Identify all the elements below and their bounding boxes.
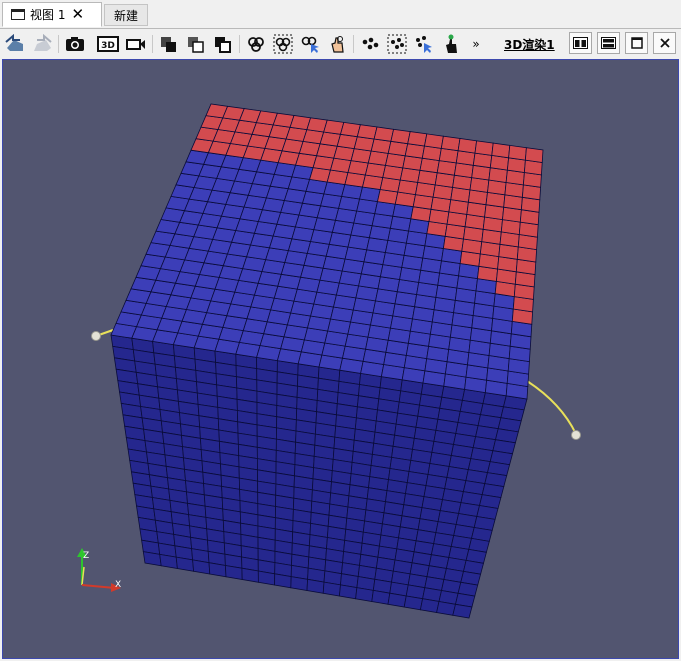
select-points-frustum-icon[interactable] xyxy=(385,32,409,56)
view-toolbar: 3D » 3D渲染1 xyxy=(0,29,681,58)
widget-line-right xyxy=(526,380,577,435)
top-cell xyxy=(440,135,461,152)
tab-new-label: 新建 xyxy=(113,8,138,23)
side-cell xyxy=(290,576,309,591)
separator xyxy=(152,35,153,53)
more-chevron[interactable]: » xyxy=(464,32,488,56)
side-cell xyxy=(452,603,473,619)
orientation-axes: Z X xyxy=(77,548,121,592)
cube-scene[interactable]: Z X xyxy=(3,60,678,658)
top-cell xyxy=(508,144,527,161)
tab-label: 视图 1 xyxy=(30,8,66,22)
maximize-icon xyxy=(630,37,643,49)
close-icon xyxy=(659,38,670,48)
axis-x-label: X xyxy=(115,580,121,590)
side-cell xyxy=(387,592,407,608)
top-cell xyxy=(474,140,494,156)
select-points-on-icon[interactable] xyxy=(358,32,382,56)
side-cell xyxy=(241,567,259,583)
side-cell xyxy=(175,556,195,572)
undo-camera-icon[interactable] xyxy=(3,32,27,56)
close-view-button[interactable] xyxy=(653,32,676,54)
side-cell xyxy=(208,562,227,578)
widget-handle-right[interactable] xyxy=(571,430,581,440)
interactive-select-cells-icon[interactable] xyxy=(298,32,322,56)
side-cell xyxy=(192,559,211,575)
split-horizontal-icon xyxy=(573,37,588,49)
hover-points-icon[interactable] xyxy=(439,32,463,56)
side-cell xyxy=(274,573,292,589)
side-cell xyxy=(419,598,440,613)
hover-cells-icon[interactable] xyxy=(325,32,349,56)
render-view-title[interactable]: 3D渲染1 xyxy=(504,36,555,53)
top-cell xyxy=(491,142,511,159)
select-cells-frustum-icon[interactable] xyxy=(271,32,295,56)
split-vertical-button[interactable] xyxy=(597,32,620,54)
select-cells-icon[interactable] xyxy=(157,32,181,56)
side-cell xyxy=(306,578,325,594)
top-cell xyxy=(356,124,378,140)
select-cells-polygon-icon[interactable] xyxy=(244,32,268,56)
top-cell xyxy=(339,121,361,138)
tab-new[interactable]: 新建 xyxy=(104,4,148,26)
separator xyxy=(58,35,59,53)
3d-toggle-button[interactable]: 3D xyxy=(96,32,120,56)
side-cell xyxy=(403,595,424,611)
top-cell xyxy=(457,138,478,154)
side-cell xyxy=(371,589,391,605)
separator xyxy=(353,35,354,53)
render-viewport[interactable]: Z X xyxy=(2,59,679,659)
interactive-select-points-icon[interactable] xyxy=(412,32,436,56)
tab-view-1[interactable]: 视图 1 ✕ xyxy=(2,2,102,27)
select-points-icon[interactable] xyxy=(184,32,208,56)
split-vertical-icon xyxy=(601,37,616,49)
split-horizontal-button[interactable] xyxy=(569,32,592,54)
top-cell xyxy=(390,128,411,145)
top-cell xyxy=(424,133,444,149)
side-cell xyxy=(257,570,276,586)
redo-camera-icon[interactable] xyxy=(30,32,54,56)
close-icon[interactable]: ✕ xyxy=(71,7,84,22)
widget-handle-left[interactable] xyxy=(91,331,101,341)
separator xyxy=(239,35,240,53)
camera-icon[interactable] xyxy=(63,32,87,56)
side-cell xyxy=(338,584,358,600)
maximize-button[interactable] xyxy=(625,32,648,54)
window-icon xyxy=(11,9,25,20)
axis-z-label: Z xyxy=(83,551,89,561)
top-cell xyxy=(373,126,395,142)
side-cell xyxy=(436,601,456,616)
side-cell xyxy=(355,587,374,602)
axis-x-line xyxy=(81,584,116,589)
top-cell xyxy=(524,147,544,163)
side-cell xyxy=(224,565,243,580)
select-block-icon[interactable] xyxy=(211,32,235,56)
side-cell xyxy=(159,553,178,569)
top-cell xyxy=(407,131,428,147)
side-cell xyxy=(322,581,341,597)
tab-bar: 视图 1 ✕ 新建 xyxy=(0,0,681,29)
svg-text:3D: 3D xyxy=(101,41,115,51)
video-camera-icon[interactable] xyxy=(124,32,148,56)
